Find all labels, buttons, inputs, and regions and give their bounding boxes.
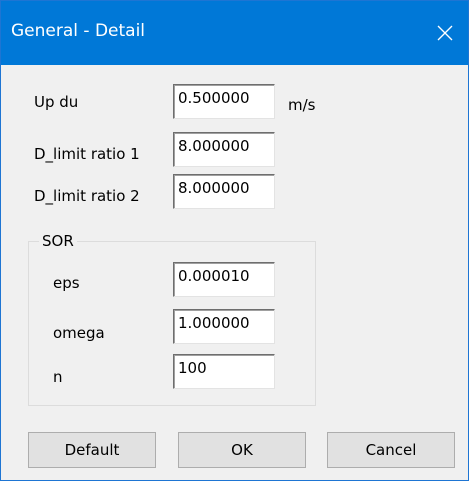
d-limit-ratio-2-field[interactable]: 8.000000 xyxy=(173,174,275,209)
dialog-window: General - Detail Up du 0.500000 m/s D_li… xyxy=(0,0,469,481)
n-field[interactable]: 100 xyxy=(173,354,275,389)
d-limit-ratio-1-field[interactable]: 8.000000 xyxy=(173,132,275,167)
close-icon xyxy=(437,25,453,41)
n-label: n xyxy=(53,368,63,386)
up-du-unit-label: m/s xyxy=(288,96,316,114)
d-limit-ratio-1-label: D_limit ratio 1 xyxy=(34,145,140,163)
window-title: General - Detail xyxy=(11,21,146,41)
up-du-field[interactable]: 0.500000 xyxy=(173,84,275,119)
sor-group-title: SOR xyxy=(39,232,77,250)
title-bar[interactable]: General - Detail xyxy=(1,1,468,65)
omega-label: omega xyxy=(53,324,105,342)
eps-field[interactable]: 0.000010 xyxy=(173,262,275,297)
eps-label: eps xyxy=(53,274,80,292)
up-du-label: Up du xyxy=(34,93,79,111)
omega-field[interactable]: 1.000000 xyxy=(173,309,275,344)
close-button[interactable] xyxy=(422,1,468,65)
cancel-button[interactable]: Cancel xyxy=(327,432,455,468)
d-limit-ratio-2-label: D_limit ratio 2 xyxy=(34,187,140,205)
ok-button[interactable]: OK xyxy=(178,432,306,468)
default-button[interactable]: Default xyxy=(28,432,156,468)
